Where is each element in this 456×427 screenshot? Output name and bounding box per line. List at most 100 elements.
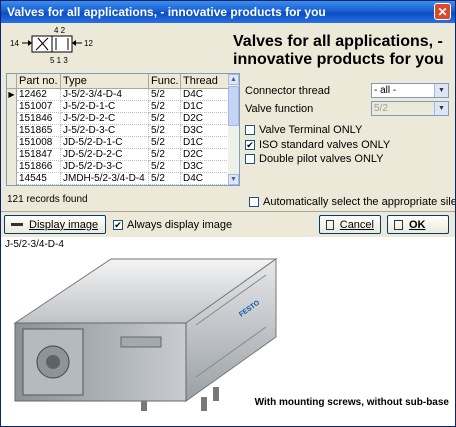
symbol-port-14: 14 [10,39,19,48]
table-row[interactable]: 14545 JMDH-5/2-3/4-D-4 5/2 D4C [7,173,229,185]
table-cell: 5/2 [149,173,181,185]
row-indicator [7,161,17,173]
double-pilot-checkbox[interactable]: Double pilot valves ONLY [245,153,384,165]
checkbox-box[interactable]: ✔ [113,220,123,230]
column-header-func[interactable]: Func. [149,74,181,88]
app-window: Valves for all applications, - innovativ… [0,0,456,427]
scroll-up-icon[interactable]: ▲ [228,74,239,85]
table-cell: 151866 [17,161,61,173]
cancel-icon [326,219,334,230]
page-title: Valves for all applications, - innovativ… [233,33,444,68]
table-cell: JMDH-5/2-3/4-D-4 [61,173,149,185]
table-cell: D1C [181,101,229,113]
valve-terminal-label: Valve Terminal ONLY [259,124,363,136]
table-cell: 151846 [17,113,61,125]
ok-icon [394,219,403,230]
table-cell: D3C [181,161,229,173]
display-image-button[interactable]: Display image [4,215,106,234]
auto-silencer-label: Automatically select the appropriate sil… [263,196,456,208]
table-cell: 12462 [17,89,61,101]
close-icon[interactable]: ✕ [434,3,451,20]
table-cell: JD-5/2-D-1-C [61,137,149,149]
symbol-ports-top: 4 2 [54,26,66,35]
valve-function-value: 5/2 [374,103,388,114]
row-indicator [7,137,17,149]
table-row[interactable]: 151846 J-5/2-D-2-C 5/2 D2C [7,113,229,125]
always-display-label: Always display image [127,219,233,231]
valve-symbol: 14 12 4 2 5 1 3 [2,24,122,68]
table-header: Part no. Type Func. Thread [7,74,229,89]
cancel-label: Cancel [339,218,374,231]
table-cell: JD-5/2-D-2-C [61,149,149,161]
table-cell: 5/2 [149,89,181,101]
symbol-port-12: 12 [84,39,93,48]
table-cell: D4C [181,89,229,101]
records-count: 121 records found [7,194,88,205]
connector-thread-value: - all - [374,85,397,96]
table-row[interactable]: 151847 JD-5/2-D-2-C 5/2 D2C [7,149,229,161]
ok-label: OK [409,218,426,231]
table-cell: D1C [181,137,229,149]
valve-function-select: 5/2 ▼ [371,101,449,116]
table-cell: D2C [181,149,229,161]
table-cell: 5/2 [149,161,181,173]
table-cell: 151847 [17,149,61,161]
chevron-down-icon[interactable]: ▼ [434,84,448,97]
row-indicator [7,125,17,137]
cancel-button[interactable]: Cancel [319,215,381,234]
table-row[interactable]: ▶ 12462 J-5/2-3/4-D-4 5/2 D4C [7,89,229,101]
checkbox-box[interactable] [245,154,255,164]
header-indicator [7,74,17,88]
table-cell: J-5/2-D-1-C [61,101,149,113]
product-image-panel: J-5/2-3/4-D-4 FESTO With mounting screws… [1,237,455,426]
table-cell: JD-5/2-D-3-C [61,161,149,173]
scroll-thumb[interactable] [228,86,239,126]
table-row[interactable]: 151008 JD-5/2-D-1-C 5/2 D1C [7,137,229,149]
row-indicator [7,101,17,113]
image-icon [11,223,23,226]
table-cell: 151865 [17,125,61,137]
window-title: Valves for all applications, - innovativ… [7,5,326,19]
chevron-down-icon: ▼ [434,102,448,115]
checkbox-box[interactable] [249,197,259,207]
product-description: With mounting screws, without sub-base [254,397,449,408]
column-header-type[interactable]: Type [61,74,149,88]
auto-silencer-checkbox[interactable]: Automatically select the appropriate sil… [249,196,456,208]
iso-standard-label: ISO standard valves ONLY [259,139,391,151]
parts-table[interactable]: Part no. Type Func. Thread ▶ 12462 J-5/2-3… [6,73,240,186]
column-header-part-no[interactable]: Part no. [17,74,61,88]
table-cell: J-5/2-D-2-C [61,113,149,125]
iso-standard-checkbox[interactable]: ✔ ISO standard valves ONLY [245,139,390,151]
ok-button[interactable]: OK [387,215,449,234]
title-bar[interactable]: Valves for all applications, - innovativ… [1,1,455,23]
column-header-thread[interactable]: Thread [181,74,229,88]
toolbar: Display image ✔ Always display image Can… [1,211,455,237]
row-indicator [7,113,17,125]
table-cell: 14545 [17,173,61,185]
table-cell: J-5/2-D-3-C [61,125,149,137]
checkbox-box[interactable]: ✔ [245,140,255,150]
table-row[interactable]: 151866 JD-5/2-D-3-C 5/2 D3C [7,161,229,173]
table-cell: J-5/2-3/4-D-4 [61,89,149,101]
table-cell: D2C [181,113,229,125]
table-row[interactable]: 151007 J-5/2-D-1-C 5/2 D1C [7,101,229,113]
table-row[interactable]: 151865 J-5/2-D-3-C 5/2 D3C [7,125,229,137]
table-cell: 151008 [17,137,61,149]
checkbox-box[interactable] [245,125,255,135]
table-cell: 5/2 [149,125,181,137]
table-cell: D4C [181,173,229,185]
scroll-down-icon[interactable]: ▼ [228,174,239,185]
symbol-ports-bottom: 5 1 3 [50,56,68,65]
table-cell: D3C [181,125,229,137]
double-pilot-label: Double pilot valves ONLY [259,153,384,165]
table-cell: 5/2 [149,101,181,113]
connector-thread-label: Connector thread [245,85,330,97]
table-cell: 5/2 [149,113,181,125]
table-scrollbar[interactable]: ▲ ▼ [228,74,239,185]
always-display-checkbox[interactable]: ✔ Always display image [113,219,232,231]
valve-terminal-checkbox[interactable]: Valve Terminal ONLY [245,124,362,136]
row-pointer-icon: ▶ [7,89,17,101]
row-indicator [7,149,17,161]
valve-function-label: Valve function [245,103,314,115]
connector-thread-select[interactable]: - all - ▼ [371,83,449,98]
